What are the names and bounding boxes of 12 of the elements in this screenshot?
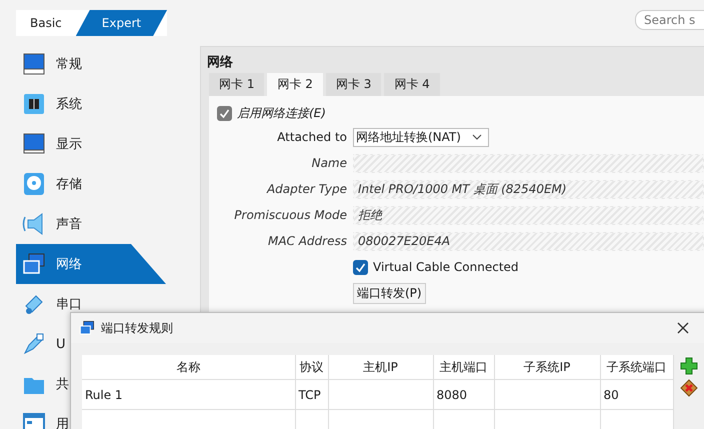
table-cell: 80	[600, 380, 673, 410]
section-title: 网络	[206, 54, 234, 72]
field-label: MAC Address	[266, 234, 348, 248]
field-label: Name	[310, 156, 348, 170]
table-cell: TCP	[295, 380, 328, 410]
checkbox-label: Virtual Cable Connected	[373, 260, 519, 274]
table-cell: 8080	[433, 380, 494, 410]
field-label: Attached to	[276, 130, 348, 144]
dialog-title: 端口转发规则	[101, 320, 174, 336]
field-label: Promiscuous Mode	[233, 208, 348, 222]
field-label: Adapter Type	[266, 182, 348, 196]
table-cell: Rule 1	[82, 380, 295, 410]
